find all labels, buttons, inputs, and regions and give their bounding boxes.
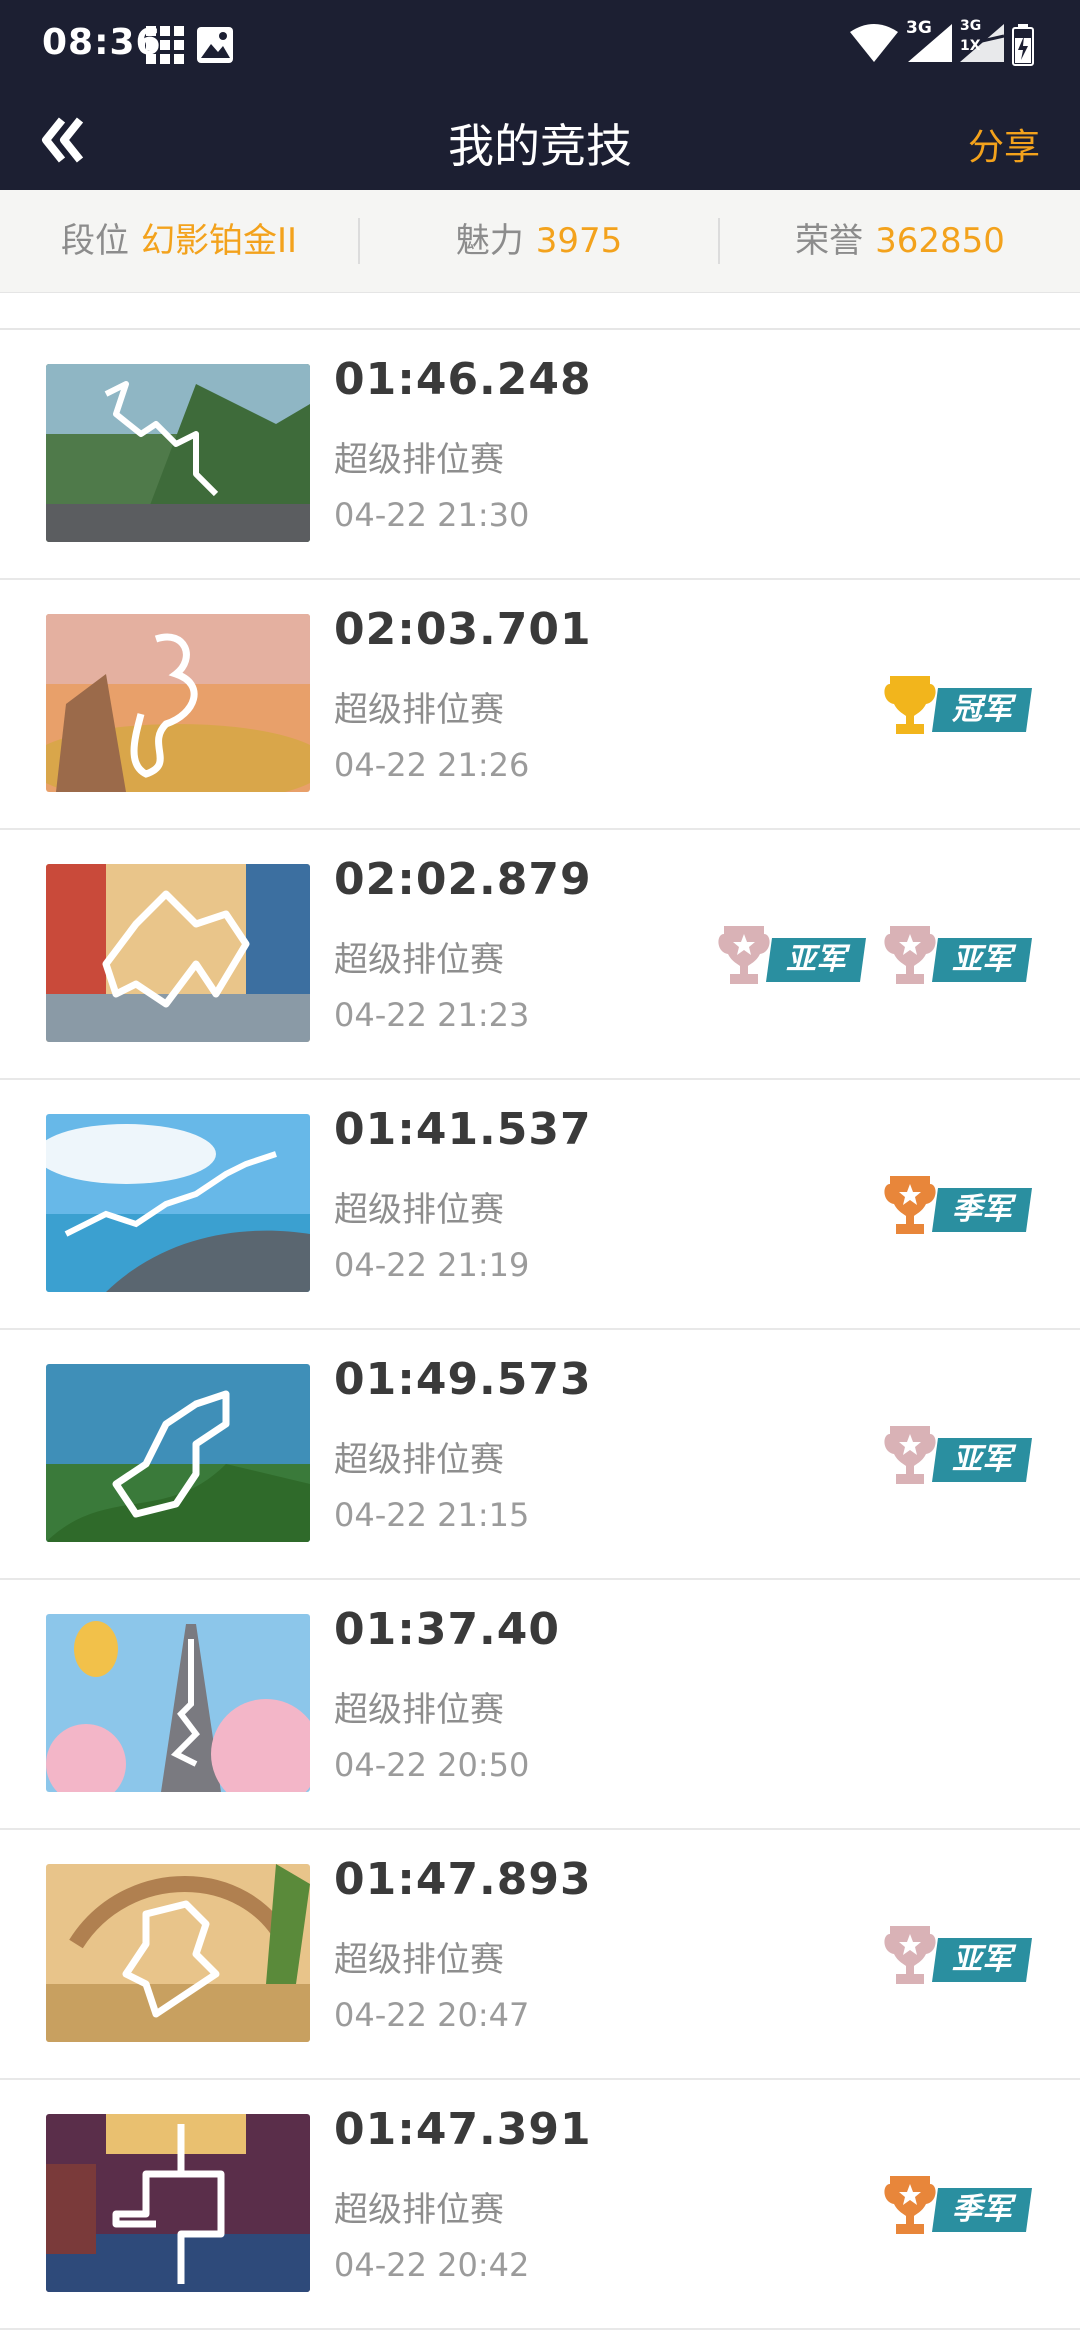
race-mode: 超级排位赛 xyxy=(334,2190,504,2230)
rank-label: 段位 xyxy=(60,221,129,261)
race-date: 04-22 21:30 xyxy=(334,496,530,534)
bronze-trophy-icon xyxy=(884,1176,936,1234)
race-mode: 超级排位赛 xyxy=(334,1190,504,1230)
race-time: 01:37.40 xyxy=(334,1604,561,1655)
race-date: 04-22 21:19 xyxy=(334,1246,530,1284)
race-date: 04-22 21:23 xyxy=(334,996,530,1034)
race-time: 01:47.893 xyxy=(334,1854,592,1905)
gallery-icon xyxy=(196,26,234,68)
race-date: 04-22 20:42 xyxy=(334,2246,530,2284)
race-time: 01:47.391 xyxy=(334,2104,592,2155)
silver-trophy-icon xyxy=(718,926,770,984)
track-thumbnail xyxy=(46,1864,310,2042)
honor-label: 荣誉 xyxy=(795,221,864,261)
cell-signal-icon: 3G xyxy=(904,18,956,68)
trophy-badges: 亚军 xyxy=(880,1422,1038,1492)
badge-label: 季军 xyxy=(932,1188,1032,1232)
race-time: 01:41.537 xyxy=(334,1104,592,1155)
runner-up-badge: 亚军 xyxy=(880,1422,1038,1488)
track-thumbnail xyxy=(46,1114,310,1292)
race-record-row[interactable]: 01:47.391 超级排位赛 04-22 20:42 季军 xyxy=(0,2080,1080,2330)
race-date: 04-22 20:50 xyxy=(334,1746,530,1784)
network-type-label-2: 3G xyxy=(960,18,982,34)
gold-trophy-icon xyxy=(884,676,936,734)
badge-label: 亚军 xyxy=(932,938,1032,982)
battery-icon xyxy=(1012,24,1034,70)
runner-up-badge: 亚军 xyxy=(880,922,1038,988)
third-place-badge: 季军 xyxy=(880,2172,1038,2238)
track-thumbnail xyxy=(46,1364,310,1542)
silver-trophy-icon xyxy=(884,1926,936,1984)
runner-up-badge: 亚军 xyxy=(880,1922,1038,1988)
honor-value: 362850 xyxy=(875,221,1005,261)
race-mode: 超级排位赛 xyxy=(334,440,504,480)
wifi-icon xyxy=(850,24,898,66)
race-mode: 超级排位赛 xyxy=(334,940,504,980)
honor-stat: 荣誉 362850 xyxy=(720,190,1080,292)
silver-trophy-icon xyxy=(884,926,936,984)
rank-stat: 段位 幻影铂金II xyxy=(0,190,358,292)
sim-type-label: 1X xyxy=(960,38,981,54)
player-stats-bar: 段位 幻影铂金II 魅力 3975 荣誉 362850 xyxy=(0,190,1080,293)
race-time: 02:03.701 xyxy=(334,604,592,655)
charm-stat: 魅力 3975 xyxy=(360,190,718,292)
trophy-badges: 冠军 xyxy=(880,672,1038,742)
race-time: 01:46.248 xyxy=(334,354,592,405)
track-thumbnail xyxy=(46,364,310,542)
page-title: 我的竞技 xyxy=(448,119,632,173)
race-record-row[interactable]: 01:49.573 超级排位赛 04-22 21:15 亚军 xyxy=(0,1330,1080,1580)
badge-label: 季军 xyxy=(932,2188,1032,2232)
status-bar: 08:36 3G 3G 1X xyxy=(0,0,1080,92)
race-mode: 超级排位赛 xyxy=(334,1940,504,1980)
track-thumbnail xyxy=(46,2114,310,2292)
badge-label: 冠军 xyxy=(932,688,1032,732)
badge-label: 亚军 xyxy=(766,938,866,982)
race-record-row[interactable]: 01:47.893 超级排位赛 04-22 20:47 亚军 xyxy=(0,1830,1080,2080)
badge-label: 亚军 xyxy=(932,1438,1032,1482)
status-time: 08:36 xyxy=(42,22,162,63)
race-date: 04-22 21:15 xyxy=(334,1496,530,1534)
race-date: 04-22 21:26 xyxy=(334,746,530,784)
race-mode: 超级排位赛 xyxy=(334,1440,504,1480)
champion-badge: 冠军 xyxy=(880,672,1038,738)
race-date: 04-22 20:47 xyxy=(334,1996,530,2034)
charm-label: 魅力 xyxy=(455,221,524,261)
track-thumbnail xyxy=(46,1614,310,1792)
third-place-badge: 季军 xyxy=(880,1172,1038,1238)
race-record-row[interactable]: 01:46.248 超级排位赛 04-22 21:30 xyxy=(0,330,1080,580)
charm-value: 3975 xyxy=(535,221,623,261)
race-mode: 超级排位赛 xyxy=(334,1690,504,1730)
race-mode: 超级排位赛 xyxy=(334,690,504,730)
track-thumbnail xyxy=(46,614,310,792)
bronze-trophy-icon xyxy=(884,2176,936,2234)
app-header: 我的竞技 分享 xyxy=(0,92,1080,190)
trophy-badges: 亚军 亚军 xyxy=(714,922,1038,992)
race-record-row[interactable]: 01:41.537 超级排位赛 04-22 21:19 季军 xyxy=(0,1080,1080,1330)
badge-label: 亚军 xyxy=(932,1938,1032,1982)
race-record-row[interactable]: 01:37.40 超级排位赛 04-22 20:50 xyxy=(0,1580,1080,1830)
grid-app-icon xyxy=(146,26,184,68)
runner-up-badge: 亚军 xyxy=(714,922,872,988)
race-time: 02:02.879 xyxy=(334,854,592,905)
race-time: 01:49.573 xyxy=(334,1354,592,1405)
share-button[interactable]: 分享 xyxy=(968,118,1040,170)
race-record-row[interactable]: 02:02.879 超级排位赛 04-22 21:23 亚军 亚军 xyxy=(0,830,1080,1080)
network-type-label: 3G xyxy=(906,18,932,38)
trophy-badges: 季军 xyxy=(880,2172,1038,2242)
rank-value: 幻影铂金II xyxy=(140,221,298,261)
track-thumbnail xyxy=(46,864,310,1042)
race-record-row[interactable]: 02:03.701 超级排位赛 04-22 21:26 冠军 xyxy=(0,580,1080,830)
silver-trophy-icon xyxy=(884,1426,936,1484)
cell-signal-2-icon: 3G 1X xyxy=(958,18,1008,68)
trophy-badges: 亚军 xyxy=(880,1922,1038,1992)
trophy-badges: 季军 xyxy=(880,1172,1038,1242)
